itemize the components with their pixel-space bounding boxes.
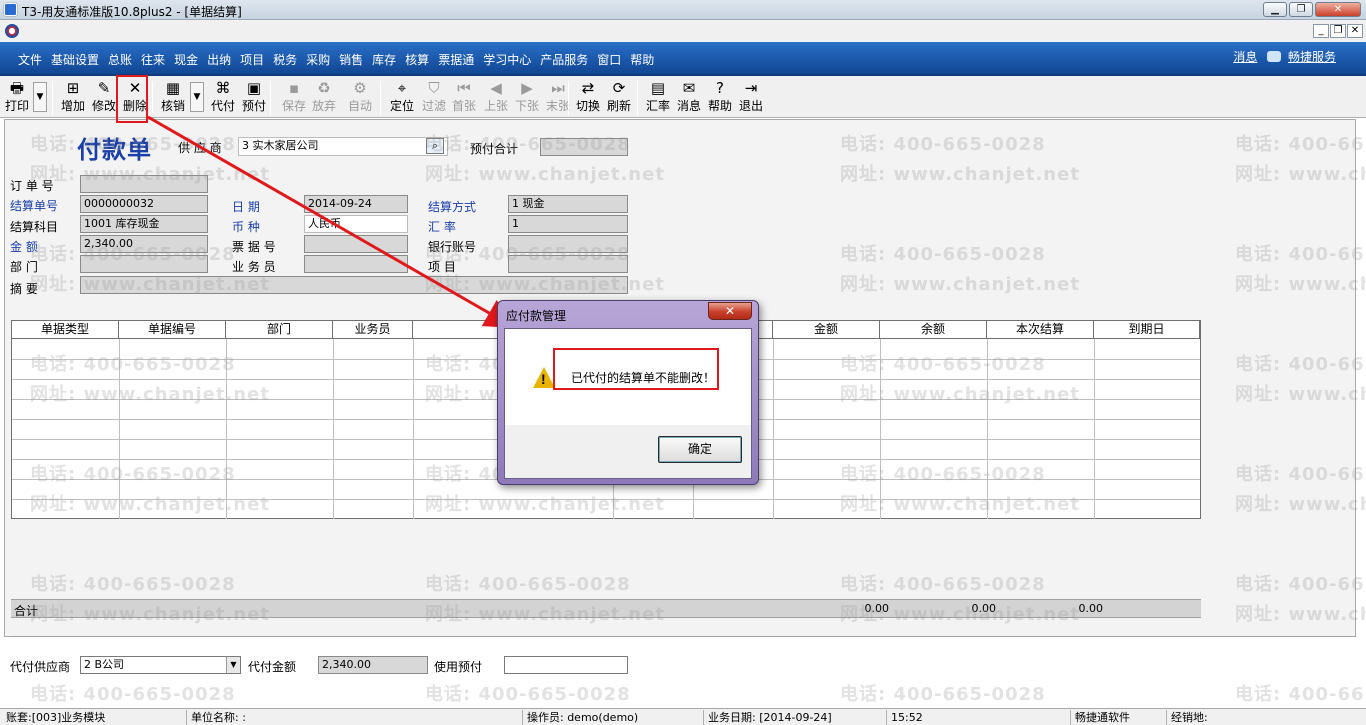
message-dialog: 应付款管理 ✕ 已代付的结算单不能删改！ 确定 <box>497 300 759 485</box>
ok-button[interactable]: 确定 <box>658 436 742 463</box>
dialog-close-button[interactable]: ✕ <box>708 302 752 320</box>
dialog-title: 应付款管理 <box>506 309 567 323</box>
warning-icon <box>533 367 555 388</box>
message-highlight-box <box>553 348 719 390</box>
